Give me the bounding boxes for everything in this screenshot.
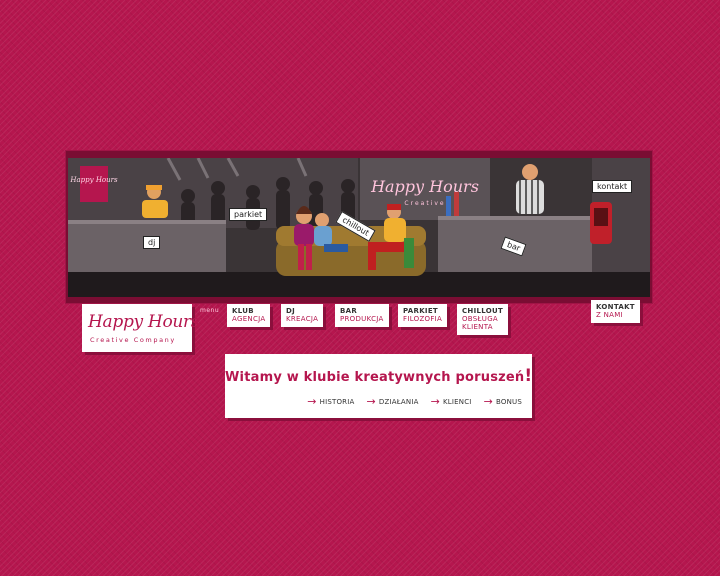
sticker-parkiet[interactable]: parkiet (229, 208, 268, 221)
nav-parkiet-top: PARKIET (403, 307, 438, 315)
logo-subtitle: Creative Company (90, 336, 176, 344)
link-klienci-label: KLIENCI (443, 398, 472, 406)
nav-bar-top: BAR (340, 307, 358, 315)
nav-chillout-top: CHILLOUT (462, 307, 504, 315)
nav-chillout-bottom: OBSŁUGA KLIENTA (462, 315, 499, 331)
welcome-title-text: Witamy w klubie kreatywnych poruszeń (225, 370, 525, 385)
arrow-right-icon: → (430, 395, 440, 408)
nav-kontakt-bottom: Z NAMI (596, 311, 623, 319)
nav-dj[interactable]: DJ KREACJA (281, 304, 324, 327)
happy-hours-logo[interactable]: Happy Hours Creative Company (82, 304, 200, 352)
arrow-right-icon: → (366, 395, 376, 408)
neon-sign-title: Happy Hours (370, 177, 479, 196)
link-dzialania-label: DZIAŁANIA (378, 398, 419, 406)
nav-dj-bottom: KREACJA (286, 315, 319, 323)
link-historia[interactable]: → HISTORIA (307, 395, 355, 408)
logo-title: Happy Hours (88, 312, 200, 332)
nav-dj-top: DJ (286, 307, 296, 315)
nav-kontakt[interactable]: KONTAKT Z NAMI (591, 300, 640, 323)
club-banner: Happy Hours Happy Hours Creative dj park… (66, 151, 652, 303)
nav-parkiet-bottom: FILOZOFIA (403, 315, 443, 323)
arrow-right-icon: → (483, 395, 493, 408)
link-bonus[interactable]: → BONUS (483, 395, 522, 408)
arrow-right-icon: → (307, 395, 317, 408)
nav-klub-bottom: AGENCJA (232, 315, 266, 323)
nav-bar[interactable]: BAR PRODUKCJA (335, 304, 389, 327)
nav-kontakt-top: KONTAKT (596, 303, 635, 311)
nav-chillout[interactable]: CHILLOUT OBSŁUGA KLIENTA (457, 304, 509, 335)
link-historia-label: HISTORIA (319, 398, 355, 406)
nav-klub-top: KLUB (232, 307, 254, 315)
happy-hours-poster (80, 166, 108, 202)
link-dzialania[interactable]: → DZIAŁANIA (366, 395, 419, 408)
link-klienci[interactable]: → KLIENCI (430, 395, 472, 408)
menu-label: menu (200, 307, 220, 314)
neon-sign-subtitle: Creative (404, 200, 445, 207)
welcome-box: Witamy w klubie kreatywnych poruszeń! → … (225, 354, 532, 418)
welcome-title: Witamy w klubie kreatywnych poruszeń! (225, 366, 532, 386)
nav-parkiet[interactable]: PARKIET FILOZOFIA (398, 304, 448, 327)
nav-klub[interactable]: KLUB AGENCJA (227, 304, 271, 327)
sticker-dj[interactable]: dj (143, 236, 161, 249)
nav-bar-bottom: PRODUKCJA (340, 315, 384, 323)
link-bonus-label: BONUS (496, 398, 522, 406)
sticker-kontakt[interactable]: kontakt (592, 180, 633, 193)
welcome-links: → HISTORIA → DZIAŁANIA → KLIENCI → BONUS (307, 395, 522, 408)
welcome-exclamation: ! (524, 366, 533, 386)
club-scene-illustration: Happy Hours Happy Hours Creative dj park… (68, 158, 650, 297)
poster-text: Happy Hours (69, 176, 118, 184)
